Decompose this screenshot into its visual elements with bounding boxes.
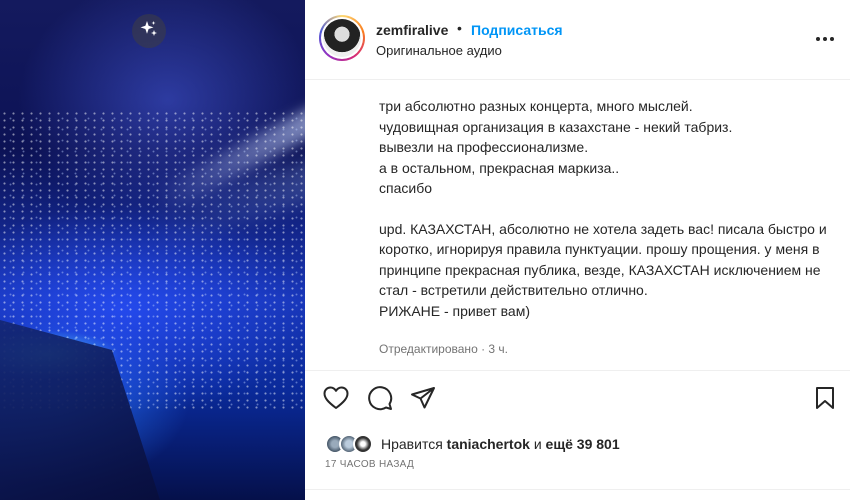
username-link[interactable]: zemfiralive	[376, 22, 448, 38]
more-options-button[interactable]	[813, 28, 837, 48]
ai-info-button[interactable]	[132, 14, 166, 48]
bookmark-icon	[814, 386, 836, 415]
avatar[interactable]	[319, 15, 365, 61]
caption-paragraph-1: три абсолютно разных концерта, много мыс…	[379, 98, 733, 196]
like-button[interactable]	[323, 386, 349, 415]
save-button[interactable]	[812, 386, 838, 415]
comment-button[interactable]	[367, 385, 393, 416]
edited-timestamp: Отредактировано · 3 ч.	[379, 342, 508, 356]
share-button[interactable]	[410, 386, 436, 415]
divider	[305, 489, 850, 490]
post-timestamp[interactable]: 17 ЧАСОВ НАЗАД	[325, 459, 414, 470]
post-header: zemfiralive • Подписаться Оригинальное а…	[305, 0, 850, 80]
follow-button[interactable]: Подписаться	[471, 22, 563, 38]
post-media[interactable]	[0, 0, 305, 500]
avatar-image	[323, 19, 361, 57]
action-bar	[305, 370, 850, 430]
likes-prefix: Нравится	[381, 436, 443, 452]
likes-text: Нравится taniachertok и ещё 39 801	[381, 436, 620, 452]
likes-row[interactable]: Нравится taniachertok и ещё 39 801	[325, 432, 620, 456]
likes-count[interactable]: ещё 39 801	[546, 436, 620, 452]
post-caption: три абсолютно разных концерта, много мыс…	[379, 96, 834, 321]
heart-icon	[323, 386, 349, 415]
sparkle-icon	[139, 19, 159, 44]
audio-link[interactable]: Оригинальное аудио	[376, 43, 502, 58]
likes-conjunction: и	[533, 436, 542, 452]
share-icon	[410, 386, 436, 415]
post-details-pane: zemfiralive • Подписаться Оригинальное а…	[305, 0, 850, 500]
liker-username[interactable]: taniachertok	[447, 436, 530, 452]
comment-icon	[367, 385, 393, 416]
more-horizontal-icon	[815, 29, 835, 47]
caption-paragraph-2: upd. КАЗАХСТАН, абсолютно не хотела заде…	[379, 220, 827, 319]
separator-dot: •	[457, 20, 462, 36]
liker-avatar	[353, 434, 373, 454]
